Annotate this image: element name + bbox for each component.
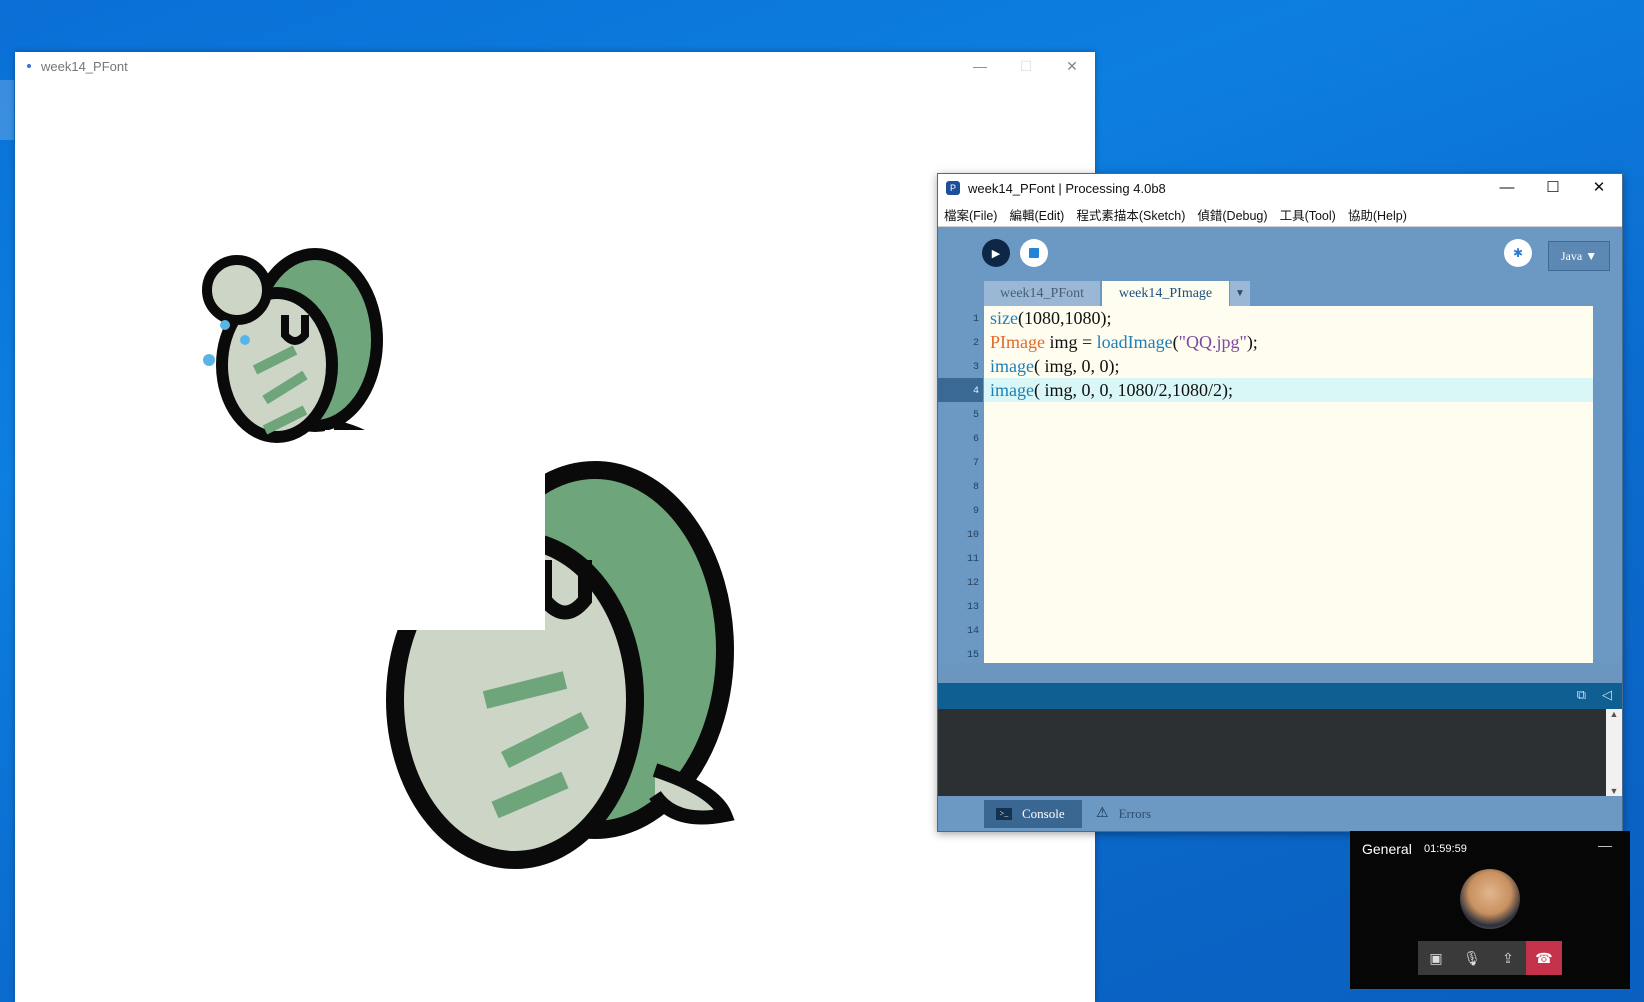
processing-logo-icon: P bbox=[946, 181, 960, 195]
line-number: 15 bbox=[966, 650, 979, 661]
line-number: 5 bbox=[972, 410, 979, 421]
line-number: 2 bbox=[972, 338, 979, 349]
code-area[interactable]: size(1080,1080); PImage img = loadImage(… bbox=[984, 306, 1593, 663]
menu-help[interactable]: 協助(Help) bbox=[1342, 205, 1413, 224]
code-token: img = bbox=[1044, 332, 1097, 352]
desktop-icon-fragment[interactable] bbox=[0, 0, 14, 14]
code-line-3[interactable]: image( img, 0, 0); bbox=[984, 354, 1593, 378]
ide-window-controls: — ☐ ✕ bbox=[1484, 174, 1622, 202]
play-icon: ▶ bbox=[991, 247, 1001, 260]
terminal-icon: >_ bbox=[996, 808, 1012, 820]
console-tab[interactable]: >_ Console bbox=[984, 800, 1082, 828]
sketch-window: week14_PFont — ☐ ✕ bbox=[15, 52, 1095, 1002]
minimize-button[interactable]: — bbox=[957, 52, 1003, 80]
code-line-2[interactable]: PImage img = loadImage("QQ.jpg"); bbox=[984, 330, 1593, 354]
line-number: 11 bbox=[966, 554, 979, 565]
close-button[interactable]: ✕ bbox=[1049, 52, 1095, 80]
line-number: 6 bbox=[972, 434, 979, 445]
debug-button[interactable]: ✱ bbox=[1504, 239, 1532, 267]
code-editor[interactable]: 1 2 3 4 5 6 7 8 9 10 11 12 13 14 15 size… bbox=[938, 306, 1622, 663]
line-number: 14 bbox=[966, 626, 979, 637]
line-number-current: 4 bbox=[938, 378, 983, 402]
mode-selector[interactable]: Java ▼ bbox=[1548, 241, 1610, 271]
code-token: (1080,1080); bbox=[1017, 308, 1112, 328]
menu-tool[interactable]: 工具(Tool) bbox=[1274, 205, 1342, 224]
code-token: size bbox=[990, 308, 1018, 328]
line-number: 9 bbox=[972, 506, 979, 517]
code-line-4[interactable]: image( img, 0, 0, 1080/2,1080/2); bbox=[984, 378, 1593, 402]
ide-maximize-button[interactable]: ☐ bbox=[1530, 174, 1576, 202]
code-token: image bbox=[990, 380, 1034, 400]
warning-icon: ⚠ bbox=[1096, 806, 1109, 821]
scroll-down-icon[interactable]: ▼ bbox=[1606, 786, 1622, 796]
turtle-image-large bbox=[325, 430, 735, 869]
line-number: 12 bbox=[966, 578, 979, 589]
call-controls: ▣ 🎙 ⇪ ☎ bbox=[1418, 941, 1562, 975]
scroll-up-icon[interactable]: ▲ bbox=[1606, 709, 1622, 719]
menu-file[interactable]: 檔案(File) bbox=[938, 205, 1003, 224]
editor-scrollbar[interactable] bbox=[1594, 306, 1622, 663]
code-token: loadImage bbox=[1096, 332, 1173, 352]
menu-debug[interactable]: 偵錯(Debug) bbox=[1191, 205, 1273, 224]
errors-tab-label: Errors bbox=[1118, 806, 1152, 821]
menu-edit[interactable]: 編輯(Edit) bbox=[1003, 205, 1070, 224]
copy-icon[interactable]: ⧉ bbox=[1577, 687, 1586, 703]
console-header: ⧉ ◁ bbox=[938, 683, 1622, 709]
hang-up-icon[interactable]: ☎ bbox=[1526, 941, 1562, 975]
menu-sketch[interactable]: 程式素描本(Sketch) bbox=[1070, 205, 1191, 224]
tab-week14-pfont[interactable]: week14_PFont bbox=[984, 281, 1100, 307]
errors-tab[interactable]: ⚠ Errors bbox=[1096, 800, 1151, 828]
chevron-down-icon: ▼ bbox=[1235, 288, 1245, 299]
maximize-button[interactable]: ☐ bbox=[1003, 52, 1049, 80]
console-scrollbar[interactable]: ▲ ▼ bbox=[1606, 709, 1622, 796]
ide-title: week14_PFont | Processing 4.0b8 bbox=[968, 180, 1166, 196]
app-icon bbox=[27, 64, 31, 68]
participant-avatar bbox=[1460, 869, 1520, 929]
ide-close-button[interactable]: ✕ bbox=[1576, 174, 1622, 202]
tab-week14-pimage[interactable]: week14_PImage bbox=[1102, 281, 1229, 307]
code-line-1[interactable]: size(1080,1080); bbox=[984, 306, 1593, 330]
share-screen-icon[interactable]: ⇪ bbox=[1490, 941, 1526, 975]
ide-footer: >_ Console ⚠ Errors bbox=[938, 796, 1622, 831]
collapse-icon[interactable]: ◁ bbox=[1602, 687, 1612, 703]
line-number: 3 bbox=[972, 362, 979, 373]
line-number: 13 bbox=[966, 602, 979, 613]
code-token: ( img, 0, 0); bbox=[1033, 356, 1120, 376]
stop-button[interactable] bbox=[1020, 239, 1048, 267]
camera-off-icon[interactable]: ▣ bbox=[1418, 941, 1454, 975]
mic-off-icon[interactable]: 🎙 bbox=[1454, 941, 1490, 975]
line-number: 8 bbox=[972, 482, 979, 493]
line-number-gutter: 1 2 3 4 5 6 7 8 9 10 11 12 13 14 15 bbox=[938, 306, 983, 663]
code-token: "QQ.jpg" bbox=[1178, 332, 1247, 352]
menu-bar: 檔案(File) 編輯(Edit) 程式素描本(Sketch) 偵錯(Debug… bbox=[938, 202, 1622, 227]
sketch-tabs: week14_PFont week14_PImage ▼ bbox=[938, 277, 1622, 307]
code-token: ( img, 0, 0, 1080/2,1080/2); bbox=[1033, 380, 1233, 400]
stop-icon bbox=[1029, 248, 1039, 258]
sketch-canvas bbox=[202, 248, 735, 869]
debug-icon: ✱ bbox=[1512, 246, 1524, 260]
processing-ide-window: P week14_PFont | Processing 4.0b8 — ☐ ✕ … bbox=[937, 173, 1623, 832]
call-widget: General 01:59:59 — ▣ 🎙 ⇪ ☎ bbox=[1350, 831, 1630, 989]
line-number: 1 bbox=[972, 314, 979, 325]
line-number: 7 bbox=[972, 458, 979, 469]
sketch-title: week14_PFont bbox=[41, 58, 128, 74]
call-minimize-button[interactable]: — bbox=[1598, 837, 1612, 853]
desktop-icon-fragment[interactable] bbox=[0, 80, 14, 140]
line-number: 10 bbox=[966, 530, 979, 541]
call-channel-name: General bbox=[1362, 841, 1412, 857]
code-token: PImage bbox=[990, 332, 1045, 352]
console-output: ▲ ▼ bbox=[938, 709, 1622, 796]
sketch-window-controls: — ☐ ✕ bbox=[957, 52, 1095, 80]
turtle-image-small bbox=[202, 248, 387, 457]
ide-minimize-button[interactable]: — bbox=[1484, 174, 1530, 202]
tab-menu-button[interactable]: ▼ bbox=[1230, 281, 1250, 307]
code-token: ); bbox=[1246, 332, 1258, 352]
sketch-titlebar: week14_PFont bbox=[15, 52, 1095, 80]
call-duration: 01:59:59 bbox=[1424, 843, 1467, 855]
console-tab-label: Console bbox=[1022, 806, 1065, 821]
ide-toolbar: ▶ ✱ Java ▼ bbox=[938, 227, 1622, 277]
run-button[interactable]: ▶ bbox=[982, 239, 1010, 267]
code-token: image bbox=[990, 356, 1034, 376]
